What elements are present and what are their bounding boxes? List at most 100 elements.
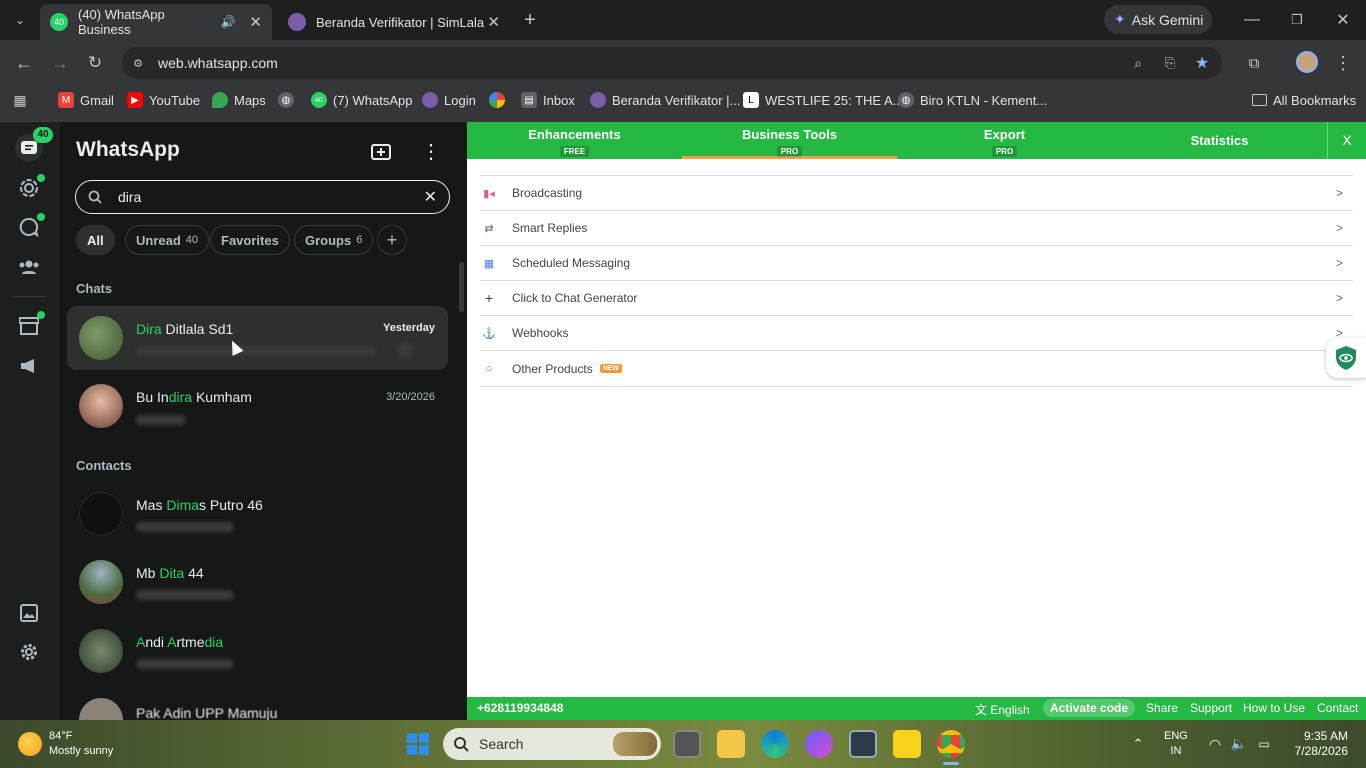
- bookmark-inbox[interactable]: ▤ Inbox: [521, 86, 575, 114]
- contact-row[interactable]: Andi Artmedia: [67, 619, 448, 683]
- restore-icon[interactable]: ❐: [1285, 8, 1309, 32]
- share-link[interactable]: Share: [1146, 701, 1178, 715]
- support-link[interactable]: Support: [1190, 701, 1232, 715]
- smart-replies-item[interactable]: ⇄ Smart Replies >: [480, 211, 1353, 246]
- other-products-item[interactable]: ○ Other Products NEW: [480, 351, 1353, 387]
- tab-export[interactable]: Export PRO: [897, 122, 1112, 159]
- settings-gear-icon[interactable]: [15, 638, 43, 666]
- tab-search-chevron-icon[interactable]: ⌄: [8, 8, 32, 32]
- clear-search-icon[interactable]: ✕: [424, 187, 437, 207]
- bookmark-login[interactable]: Login: [422, 86, 476, 114]
- contact-link[interactable]: Contact: [1317, 701, 1358, 715]
- chat-row[interactable]: Bu Indira Kumham 3/20/2026: [67, 374, 448, 438]
- how-to-use-link[interactable]: How to Use: [1243, 701, 1305, 715]
- volume-icon[interactable]: 🔈: [1229, 734, 1249, 754]
- windows-start-icon[interactable]: [406, 732, 430, 756]
- weather-widget[interactable]: 84°F Mostly sunny: [49, 729, 113, 759]
- address-bar[interactable]: ⚙ web.whatsapp.com ⌕ ⎘ ★: [122, 47, 1222, 79]
- install-app-icon[interactable]: ⎘: [1160, 53, 1180, 73]
- bookmark-star-icon[interactable]: ★: [1192, 53, 1212, 73]
- chat-list-scrollbar[interactable]: [459, 262, 464, 312]
- app-title: WhatsApp: [76, 138, 180, 161]
- folder-icon: [1252, 94, 1267, 106]
- sticky-notes-icon[interactable]: [893, 730, 921, 758]
- bookmark-pinwheel[interactable]: [489, 86, 511, 114]
- globe-icon: ◍: [278, 92, 294, 108]
- browser-toolbar: ← → ↻ ⚙ web.whatsapp.com ⌕ ⎘ ★ ⧉ ⋮: [0, 40, 1366, 86]
- webhooks-item[interactable]: ⚓ Webhooks >: [480, 316, 1353, 351]
- taskbar-search[interactable]: Search: [443, 728, 661, 760]
- media-gallery-icon[interactable]: [15, 599, 43, 627]
- minimize-icon[interactable]: —: [1240, 8, 1264, 32]
- extensions-icon[interactable]: ⧉: [1242, 51, 1266, 75]
- scheduled-messaging-item[interactable]: ▦ Scheduled Messaging >: [480, 246, 1353, 281]
- input-language[interactable]: ENG IN: [1164, 729, 1188, 759]
- close-window-icon[interactable]: ✕: [1331, 8, 1355, 32]
- new-chat-icon[interactable]: [368, 138, 394, 164]
- battery-icon[interactable]: ▭: [1254, 734, 1274, 754]
- filter-unread[interactable]: Unread 40: [125, 225, 210, 255]
- wifi-icon[interactable]: ◠: [1205, 734, 1225, 754]
- chrome-icon[interactable]: [937, 730, 965, 758]
- contact-row[interactable]: Mb Dita 44: [67, 550, 448, 614]
- add-filter-icon[interactable]: +: [377, 225, 407, 255]
- chat-row[interactable]: Dira Ditlala Sd1 Yesterday: [67, 306, 448, 370]
- taskview-icon[interactable]: [673, 730, 701, 758]
- close-tab-icon[interactable]: ✕: [487, 13, 500, 31]
- site-info-icon[interactable]: ⚙: [128, 53, 148, 73]
- bookmark-globe[interactable]: ◍: [278, 86, 300, 114]
- forward-icon[interactable]: →: [48, 51, 72, 75]
- edge-icon[interactable]: [761, 730, 789, 758]
- new-tab-icon[interactable]: +: [518, 8, 542, 32]
- weather-sun-icon[interactable]: [18, 732, 42, 756]
- gemini-icon: ✦: [1114, 11, 1126, 27]
- camera-icon[interactable]: [849, 730, 877, 758]
- search-box[interactable]: dira ✕: [75, 180, 450, 214]
- zoom-icon[interactable]: ⌕: [1128, 53, 1148, 73]
- all-bookmarks[interactable]: All Bookmarks: [1252, 86, 1356, 114]
- ask-gemini-button[interactable]: ✦ Ask Gemini: [1104, 5, 1212, 34]
- anchor-icon: ⚓: [482, 327, 496, 340]
- windows-taskbar: 84°F Mostly sunny Search ⌃ ENG IN ◠ 🔈 ▭ …: [0, 720, 1366, 768]
- bookmark-youtube[interactable]: ▶ YouTube: [127, 86, 200, 114]
- bookmark-maps[interactable]: Maps: [212, 86, 266, 114]
- chrome-menu-icon[interactable]: ⋮: [1332, 51, 1354, 75]
- language-selector[interactable]: 文 English: [975, 701, 1030, 718]
- contact-row[interactable]: Mas Dimas Putro 46: [67, 482, 448, 546]
- back-icon[interactable]: ←: [12, 51, 36, 75]
- close-panel-button[interactable]: X: [1327, 122, 1366, 159]
- search-input[interactable]: dira: [118, 189, 141, 205]
- file-explorer-icon[interactable]: [717, 730, 745, 758]
- profile-avatar[interactable]: [1296, 51, 1318, 73]
- tab-enhancements[interactable]: Enhancements FREE: [467, 122, 682, 159]
- contact-row[interactable]: Pak Adin UPP Mamuju: [67, 688, 448, 720]
- reload-icon[interactable]: ↻: [83, 51, 107, 75]
- tab-statistics[interactable]: Statistics: [1112, 122, 1327, 159]
- privacy-shield-button[interactable]: [1326, 338, 1366, 378]
- activate-code-button[interactable]: Activate code: [1043, 699, 1136, 717]
- filter-groups[interactable]: Groups 6: [294, 225, 374, 255]
- tab-simlala[interactable]: Beranda Verifikator | SimLala ✕: [278, 4, 510, 40]
- plus-icon: +: [484, 290, 494, 306]
- bookmark-gmail[interactable]: M Gmail: [58, 86, 114, 114]
- close-tab-icon[interactable]: ✕: [249, 13, 262, 31]
- click-to-chat-item[interactable]: + Click to Chat Generator >: [480, 281, 1353, 316]
- bookmark-beranda[interactable]: Beranda Verifikator |...: [590, 86, 740, 114]
- advertise-megaphone-icon[interactable]: [15, 352, 43, 380]
- bookmark-westlife[interactable]: L WESTLIFE 25: THE A...: [743, 86, 903, 114]
- communities-icon[interactable]: [15, 253, 43, 281]
- tab-whatsapp[interactable]: 40 (40) WhatsApp Business 🔊 ✕: [40, 4, 272, 40]
- tab-business-tools[interactable]: Business Tools PRO: [682, 122, 897, 159]
- copilot-icon[interactable]: [805, 730, 833, 758]
- bookmark-biro-ktln[interactable]: ◍ Biro KTLN - Kement...: [898, 86, 1047, 114]
- speaker-icon[interactable]: 🔊: [220, 15, 235, 29]
- broadcasting-item[interactable]: ▮◂ Broadcasting >: [480, 176, 1353, 211]
- bookmark-whatsapp[interactable]: 40 (7) WhatsApp: [311, 86, 412, 114]
- tray-chevron-icon[interactable]: ⌃: [1128, 734, 1148, 754]
- status-blurred: [136, 659, 234, 669]
- filter-all[interactable]: All: [76, 225, 115, 255]
- filter-favorites[interactable]: Favorites: [210, 225, 290, 255]
- clock[interactable]: 9:35 AM 7/28/2026: [1290, 729, 1348, 759]
- apps-grid-icon[interactable]: ▦: [10, 90, 30, 110]
- menu-kebab-icon[interactable]: ⋮: [418, 138, 444, 164]
